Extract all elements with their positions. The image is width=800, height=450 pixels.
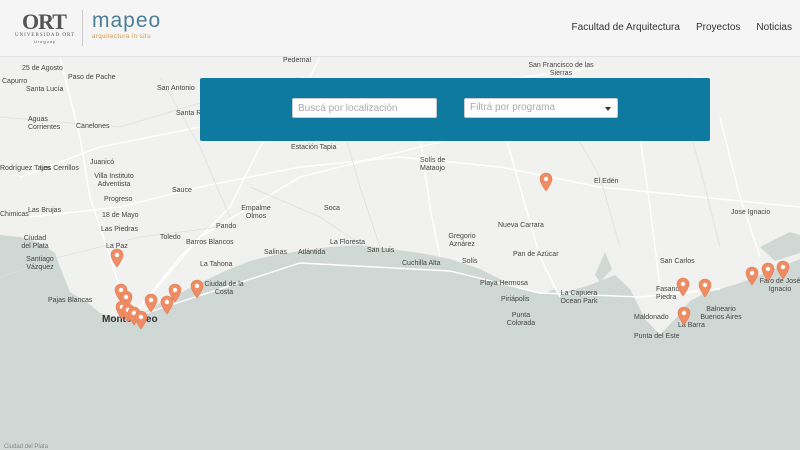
map-pin-icon[interactable]: [134, 310, 148, 330]
map-label: Balneario Buenos Aires: [700, 306, 742, 321]
map-pin-icon[interactable]: [776, 260, 790, 280]
map-label: Nueva Carrara: [498, 222, 544, 229]
map-label: Los Cerrillos: [40, 165, 79, 172]
map-label: Santiago Vázquez: [26, 256, 54, 271]
map-pin-icon[interactable]: [168, 283, 182, 303]
map-label: Piriápolis: [501, 296, 530, 303]
map-label: San Carlos: [660, 258, 695, 265]
app-subtitle: arquitectura in situ: [92, 34, 152, 40]
map-label: Pajas Blancas: [48, 297, 93, 304]
map-label: Canelones: [76, 123, 110, 130]
map-label: Pando: [216, 223, 237, 230]
map-label: La Capuera Ocean Park: [560, 290, 598, 305]
nav-facultad[interactable]: Facultad de Arquitectura: [572, 22, 680, 33]
map-label: Santa Lucía: [26, 86, 64, 93]
nav-proyectos[interactable]: Proyectos: [696, 22, 740, 33]
map-label: San Luis: [367, 247, 395, 254]
map-label: Chimicas: [0, 211, 29, 218]
map-label: Ciudad de la Costa: [204, 281, 244, 296]
map-label: 25 de Agosto: [22, 65, 63, 72]
map-pin-icon[interactable]: [190, 279, 204, 299]
map-pin-icon[interactable]: [761, 262, 775, 282]
map-label: Playa Hermosa: [480, 280, 528, 287]
map-label: Villa Instituto Adventista: [94, 173, 134, 188]
map-label: Las Brujas: [28, 207, 62, 214]
map-label: Ciudad del Plata: [21, 235, 49, 250]
map-label: Punta del Este: [634, 333, 680, 340]
map-pin-icon[interactable]: [539, 172, 553, 192]
map-label: Sauce: [172, 187, 192, 194]
map-label: Punta Colorada: [506, 312, 536, 327]
nav-noticias[interactable]: Noticias: [756, 22, 792, 33]
map-label: Pedernal: [283, 57, 312, 64]
map-label: San Antonio: [157, 85, 195, 92]
map-label: Salinas: [264, 249, 287, 256]
map-label: Solís: [462, 258, 478, 265]
ort-logo-country: Uruguay: [33, 39, 57, 44]
map-label: Las Piedras: [101, 226, 138, 233]
map-label: Paso de Pache: [68, 74, 116, 81]
map-label: La Floresta: [330, 239, 366, 246]
map-pin-icon[interactable]: [676, 277, 690, 297]
map-label: 18 de Mayo: [102, 212, 139, 219]
map-label: Maldonado: [634, 314, 669, 321]
map-pin-icon[interactable]: [677, 306, 691, 326]
map-pin-icon[interactable]: [110, 248, 124, 268]
map-label: Atlántida: [298, 249, 326, 256]
map-label: Barros Blancos: [186, 239, 234, 246]
map-pin-icon[interactable]: [698, 278, 712, 298]
map-pin-icon[interactable]: [745, 266, 759, 286]
map-label: Solís de Mataojo: [420, 157, 446, 172]
map-label: La Tahona: [200, 261, 233, 268]
search-panel: Filtrá por programa: [200, 78, 710, 141]
top-header: ORT UNIVERSIDAD ORT Uruguay mapeo arquit…: [0, 0, 800, 57]
program-filter-placeholder: Filtrá por programa: [470, 102, 556, 113]
ort-logo-university: UNIVERSIDAD ORT: [14, 33, 76, 38]
ort-logo[interactable]: ORT UNIVERSIDAD ORT Uruguay: [12, 9, 78, 45]
caret-down-icon: [605, 107, 611, 111]
logo-divider: [82, 10, 83, 46]
map-label: Juanicó: [90, 159, 115, 166]
map-label: Jose Ignacio: [731, 209, 771, 216]
map-label: San Francisco de las Sierras: [528, 62, 594, 77]
map-label: Capurro: [2, 78, 28, 85]
map-label: Gregorio Aznárez: [448, 233, 476, 248]
map-label: Empalme Olmos: [241, 205, 271, 220]
map-pin-icon[interactable]: [144, 293, 158, 313]
map-label: Pan de Azúcar: [513, 251, 559, 258]
map-footer: Ciudad del Plata: [4, 444, 49, 450]
map-label: Estación Tapia: [291, 144, 337, 151]
map-label: Toledo: [160, 234, 181, 241]
map-label: Aguas Corrientes: [28, 116, 61, 131]
map-label: El Edén: [594, 178, 619, 185]
map-label: Cuchilla Alta: [402, 260, 441, 267]
ort-logo-mark: ORT: [22, 9, 67, 34]
map-label: Progreso: [104, 196, 133, 203]
map-label: Soca: [324, 205, 340, 212]
top-nav: Facultad de Arquitectura Proyectos Notic…: [572, 22, 792, 33]
program-filter-select[interactable]: Filtrá por programa: [464, 98, 618, 118]
location-search-input[interactable]: [292, 98, 437, 118]
app-title[interactable]: mapeo: [92, 9, 161, 33]
